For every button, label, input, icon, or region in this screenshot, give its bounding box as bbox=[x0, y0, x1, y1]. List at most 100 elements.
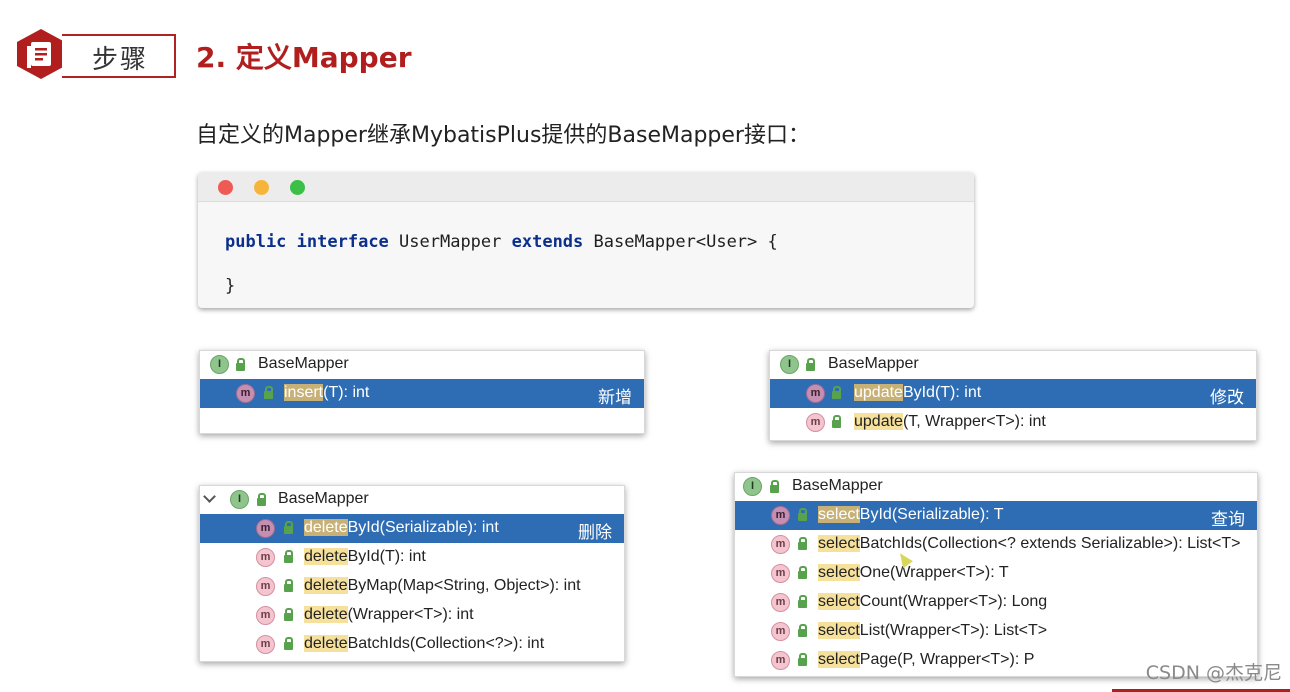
lock-icon bbox=[284, 521, 293, 534]
method-icon: m bbox=[256, 548, 275, 567]
completion-item[interactable]: m delete(Wrapper<T>): int bbox=[200, 601, 624, 630]
method-signature-rest: (T): int bbox=[323, 384, 370, 401]
operation-tag: 查询 bbox=[1211, 510, 1245, 529]
popup-header: I BaseMapper bbox=[200, 486, 624, 514]
badge-label: 步骤 bbox=[92, 45, 149, 75]
lock-icon bbox=[798, 508, 807, 521]
method-signature: insert(T): int bbox=[284, 384, 369, 402]
step-badge: 步骤 bbox=[14, 28, 176, 80]
method-icon: m bbox=[256, 519, 275, 538]
match-highlight: delete bbox=[304, 635, 348, 652]
completion-item[interactable]: m selectCount(Wrapper<T>): Long bbox=[735, 588, 1257, 617]
lock-icon bbox=[770, 480, 779, 493]
lock-icon bbox=[798, 537, 807, 550]
match-highlight: delete bbox=[304, 606, 348, 623]
method-signature: selectPage(P, Wrapper<T>): P bbox=[818, 651, 1034, 669]
popup-header: I BaseMapper bbox=[200, 351, 644, 379]
subtitle: 自定义的Mapper继承MybatisPlus提供的BaseMapper接口： bbox=[196, 123, 810, 148]
method-signature-rest: Count(Wrapper<T>): Long bbox=[859, 593, 1048, 610]
popup-header-label: BaseMapper bbox=[278, 490, 369, 507]
match-highlight: select bbox=[818, 564, 860, 581]
popup-header: I BaseMapper bbox=[735, 473, 1257, 501]
method-icon: m bbox=[806, 384, 825, 403]
completion-item[interactable]: m deleteById(T): int bbox=[200, 543, 624, 572]
completion-item-selected[interactable]: m insert(T): int 新增 bbox=[200, 379, 644, 408]
close-window-dot[interactable] bbox=[218, 180, 233, 195]
method-signature-rest: ById(Serializable): int bbox=[347, 519, 499, 536]
code-text: UserMapper bbox=[388, 232, 512, 252]
method-icon: m bbox=[771, 535, 790, 554]
chevron-down-icon[interactable] bbox=[203, 490, 216, 503]
method-signature-rest: BatchIds(Collection<?>): int bbox=[347, 635, 545, 652]
code-text: BaseMapper<User> { bbox=[583, 232, 778, 252]
method-icon: m bbox=[771, 593, 790, 612]
popup-header-label: BaseMapper bbox=[258, 355, 349, 372]
code-keyword: interface bbox=[296, 232, 389, 252]
lock-icon bbox=[284, 579, 293, 592]
match-highlight: update bbox=[854, 384, 903, 401]
lock-icon bbox=[284, 608, 293, 621]
code-keyword: extends bbox=[511, 232, 584, 252]
maximize-window-dot[interactable] bbox=[290, 180, 305, 195]
operation-tag: 删除 bbox=[578, 523, 612, 542]
match-highlight: select bbox=[818, 593, 860, 610]
completion-popup-delete: I BaseMapper m deleteById(Serializable): in… bbox=[199, 485, 625, 662]
interface-icon: I bbox=[780, 355, 799, 374]
method-signature-rest: List(Wrapper<T>): List<T> bbox=[859, 622, 1048, 639]
interface-icon: I bbox=[230, 490, 249, 509]
completion-item[interactable]: m selectBatchIds(Collection<? extends Ser… bbox=[735, 530, 1257, 559]
lock-icon bbox=[284, 550, 293, 563]
method-signature: deleteByMap(Map<String, Object>): int bbox=[304, 577, 581, 595]
method-signature-rest: One(Wrapper<T>): T bbox=[859, 564, 1009, 581]
method-signature: selectList(Wrapper<T>): List<T> bbox=[818, 622, 1047, 640]
method-icon: m bbox=[771, 506, 790, 525]
completion-item-selected[interactable]: m selectById(Serializable): T 查询 bbox=[735, 501, 1257, 530]
method-signature-rest: ById(T): int bbox=[902, 384, 982, 401]
method-icon: m bbox=[771, 622, 790, 641]
method-icon: m bbox=[771, 651, 790, 670]
completion-item-selected[interactable]: m updateById(T): int 修改 bbox=[770, 379, 1256, 408]
completion-item[interactable]: m deleteBatchIds(Collection<?>): int bbox=[200, 630, 624, 659]
method-signature-rest: (Wrapper<T>): int bbox=[347, 606, 474, 623]
method-signature-rest: ByMap(Map<String, Object>): int bbox=[347, 577, 581, 594]
method-signature-rest: ById(Serializable): T bbox=[859, 506, 1004, 523]
popup-header-label: BaseMapper bbox=[828, 355, 919, 372]
completion-item[interactable]: m selectList(Wrapper<T>): List<T> bbox=[735, 617, 1257, 646]
method-icon: m bbox=[256, 577, 275, 596]
lock-icon bbox=[798, 624, 807, 637]
minimize-window-dot[interactable] bbox=[254, 180, 269, 195]
step-title: 2. 定义Mapper bbox=[196, 41, 412, 74]
code-window: public interface UserMapper extends Base… bbox=[198, 172, 974, 308]
completion-item[interactable]: m deleteByMap(Map<String, Object>): int bbox=[200, 572, 624, 601]
lock-icon bbox=[798, 653, 807, 666]
completion-item[interactable]: m selectOne(Wrapper<T>): T bbox=[735, 559, 1257, 588]
completion-item[interactable]: m update(T, Wrapper<T>): int bbox=[770, 408, 1256, 437]
method-signature-rest: BatchIds(Collection<? extends Serializab… bbox=[859, 535, 1241, 552]
code-line-closing-brace: } bbox=[225, 276, 236, 296]
match-highlight: delete bbox=[304, 519, 348, 536]
lock-icon bbox=[257, 493, 266, 506]
method-signature-rest: ById(T): int bbox=[347, 548, 426, 565]
code-block: public interface UserMapper extends Base… bbox=[225, 220, 778, 308]
match-highlight: select bbox=[818, 651, 860, 668]
operation-tag: 修改 bbox=[1210, 388, 1244, 407]
operation-tag: 新增 bbox=[598, 388, 632, 407]
popup-header-label: BaseMapper bbox=[792, 477, 883, 494]
interface-icon: I bbox=[210, 355, 229, 374]
method-signature-rest: (T, Wrapper<T>): int bbox=[902, 413, 1046, 430]
lock-icon bbox=[284, 637, 293, 650]
match-highlight: insert bbox=[284, 384, 324, 401]
lock-icon bbox=[806, 358, 815, 371]
document-icon bbox=[17, 29, 65, 79]
lock-icon bbox=[798, 595, 807, 608]
lock-icon bbox=[832, 415, 841, 428]
popup-header: I BaseMapper bbox=[770, 351, 1256, 379]
method-signature: update(T, Wrapper<T>): int bbox=[854, 413, 1046, 431]
completion-item-selected[interactable]: m deleteById(Serializable): int 删除 bbox=[200, 514, 624, 543]
method-signature: updateById(T): int bbox=[854, 384, 981, 402]
match-highlight: update bbox=[854, 413, 903, 430]
method-signature: selectCount(Wrapper<T>): Long bbox=[818, 593, 1047, 611]
method-icon: m bbox=[256, 635, 275, 654]
method-signature: selectOne(Wrapper<T>): T bbox=[818, 564, 1009, 582]
